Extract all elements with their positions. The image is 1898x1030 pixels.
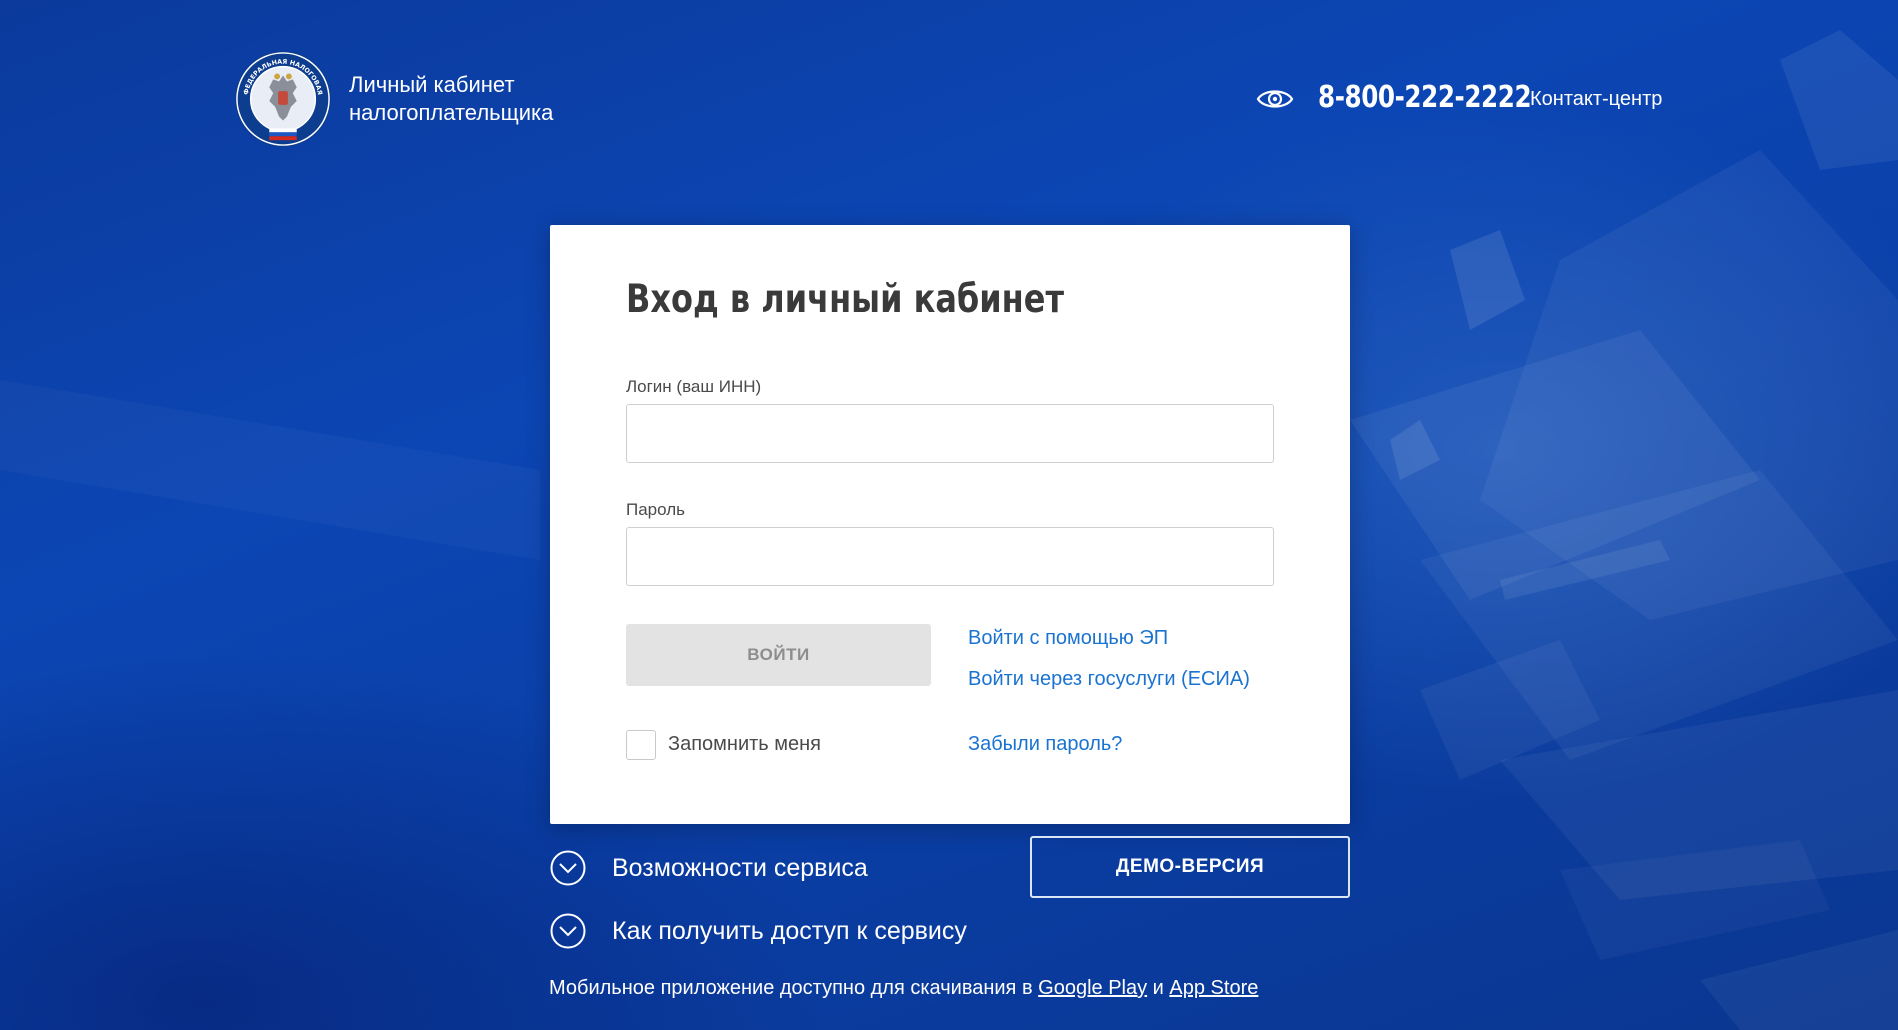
password-input[interactable] bbox=[626, 527, 1274, 586]
service-features-toggle[interactable]: Возможности сервиса bbox=[550, 848, 868, 888]
app-store-link[interactable]: App Store bbox=[1169, 977, 1258, 999]
mobile-app-note: Мобильное приложение доступно для скачив… bbox=[549, 977, 1258, 1000]
sign-in-esia-link[interactable]: Войти через госуслуги (ЕСИА) bbox=[968, 668, 1250, 691]
eye-icon[interactable] bbox=[1256, 86, 1294, 112]
hotline-phone[interactable]: 8-800-222-2222 bbox=[1318, 80, 1532, 115]
sign-in-ep-link[interactable]: Войти с помощью ЭП bbox=[968, 627, 1168, 650]
service-features-label: Возможности сервиса bbox=[612, 853, 868, 882]
chevron-down-circle-icon bbox=[550, 850, 586, 886]
service-access-toggle[interactable]: Как получить доступ к сервису bbox=[550, 911, 967, 951]
forgot-password-link[interactable]: Забыли пароль? bbox=[968, 733, 1122, 756]
brand-title-line2: налогоплательщика bbox=[349, 100, 554, 125]
mobile-app-text: Мобильное приложение доступно для скачив… bbox=[549, 977, 1033, 999]
remember-me-label[interactable]: Запомнить меня bbox=[668, 733, 821, 756]
login-label: Логин (ваш ИНН) bbox=[626, 377, 762, 396]
remember-me-checkbox[interactable] bbox=[626, 730, 656, 760]
service-access-label: Как получить доступ к сервису bbox=[612, 916, 967, 945]
chevron-down-circle-icon bbox=[550, 913, 586, 949]
conjunction-text: и bbox=[1152, 977, 1164, 999]
fns-emblem-logo[interactable]: ФЕДЕРАЛЬНАЯ НАЛОГОВАЯ СЛУЖБА bbox=[234, 50, 332, 148]
login-inn-input[interactable] bbox=[626, 404, 1274, 463]
login-card: Вход в личный кабинет Логин (ваш ИНН) Па… bbox=[550, 225, 1350, 824]
demo-version-button[interactable]: ДЕМО-ВЕРСИЯ bbox=[1030, 836, 1350, 898]
brand-title-line1: Личный кабинет bbox=[349, 72, 515, 97]
login-submit-button[interactable]: ВОЙТИ bbox=[626, 624, 931, 686]
password-label: Пароль bbox=[626, 500, 685, 519]
google-play-link[interactable]: Google Play bbox=[1038, 977, 1147, 999]
contact-center-link[interactable]: Контакт-центр bbox=[1530, 88, 1662, 111]
login-title: Вход в личный кабинет bbox=[626, 277, 1064, 322]
brand-title: Личный кабинет налогоплательщика bbox=[349, 71, 553, 127]
